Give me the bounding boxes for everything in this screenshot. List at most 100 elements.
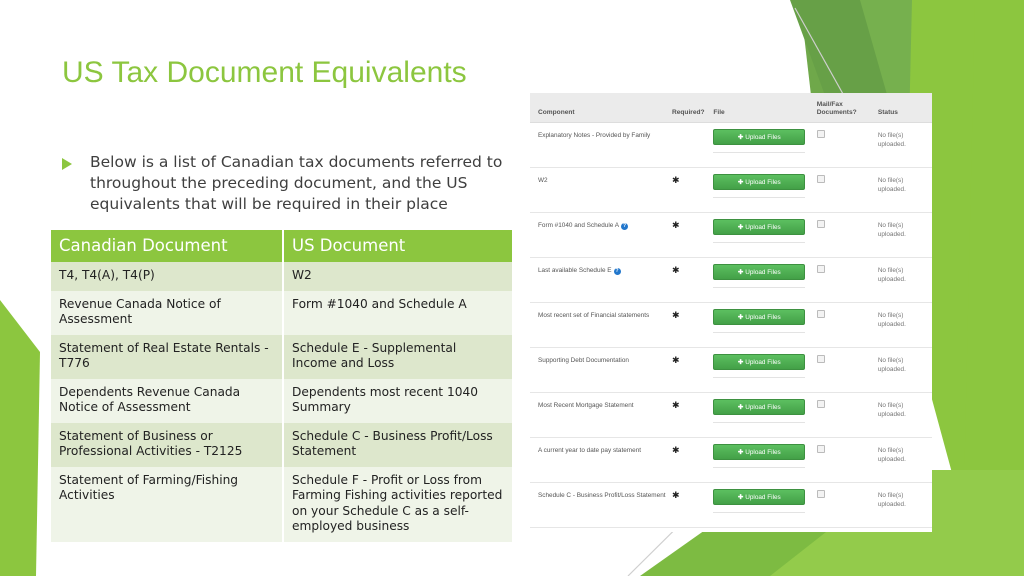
intro-bullet: Below is a list of Canadian tax document… [62,152,514,215]
plus-icon: ✚ [737,404,744,411]
mailfax-checkbox[interactable] [816,310,825,318]
cell-status: No file(s) uploaded. [877,267,906,283]
upload-files-label: Upload Files [745,404,781,411]
slide-canvas: US Tax Document Equivalents Below is a l… [0,0,1024,576]
cell-component-name: Explanatory Notes - Provided by Family [530,129,672,140]
cell-required-marker: ✱ [672,219,713,231]
required-asterisk-icon: ✱ [671,265,680,275]
upload-files-label: Upload Files [745,224,781,231]
upload-table-row: Schedule F - Profit or Loss from Farming… [530,528,932,532]
upload-files-button[interactable]: ✚ Upload Files [713,309,806,325]
upload-files-button[interactable]: ✚ Upload Files [713,489,806,505]
table-header-row: Canadian Document US Document [51,230,512,262]
mailfax-checkbox[interactable] [816,445,825,453]
plus-icon: ✚ [737,179,744,186]
upload-table-row: Last available Schedule E? ✱ ✚ Upload Files… [530,258,932,303]
component-label: Most recent set of Financial statements [538,312,650,319]
upload-files-button[interactable]: ✚ Upload Files [713,129,806,145]
info-icon[interactable]: ? [621,223,629,230]
cell-us-document: Dependents most recent 1040 Summary [283,378,512,423]
mailfax-checkbox[interactable] [816,130,825,138]
column-header-required: Required? [671,109,705,116]
file-input-track [713,197,806,198]
upload-files-button[interactable]: ✚ Upload Files [713,399,806,415]
upload-files-button[interactable]: ✚ Upload Files [713,174,806,190]
cell-component-name: Schedule C - Business Profit/Loss Statem… [530,489,672,500]
deco-shape-top-right-edge [962,0,1024,576]
upload-table-row: Supporting Debt Documentation ✱ ✚ Upload Fi… [530,348,932,393]
cell-required-marker: ✱ [672,354,713,366]
table-row: Statement of Business or Professional Ac… [51,422,512,467]
upload-table-header-row: Component Required? File Mail/Fax Docume… [530,93,932,123]
mailfax-checkbox[interactable] [816,490,825,498]
upload-files-button[interactable]: ✚ Upload Files [713,354,806,370]
upload-panel-screenshot: Component Required? File Mail/Fax Docume… [530,93,932,532]
mailfax-checkbox[interactable] [816,220,825,228]
file-input-track [713,287,806,288]
cell-component-name: Supporting Debt Documentation [530,354,672,365]
cell-canadian-document: Statement of Real Estate Rentals - T776 [51,334,284,379]
component-label: Explanatory Notes - Provided by Family [538,132,651,139]
table-row: T4, T4(A), T4(P) W2 [51,262,512,291]
cell-component-name: Form #1040 and Schedule A? [530,219,672,230]
plus-icon: ✚ [737,494,744,501]
cell-required-marker [672,129,713,131]
cell-canadian-document: Statement of Farming/Fishing Activities [51,466,284,542]
cell-us-document: W2 [283,262,512,291]
column-header-file: File [713,109,725,116]
upload-files-button[interactable]: ✚ Upload Files [713,219,806,235]
plus-icon: ✚ [737,134,744,141]
mailfax-checkbox[interactable] [816,355,825,363]
upload-files-label: Upload Files [745,134,781,141]
file-input-track [713,467,806,468]
column-header-mailfax: Mail/Fax Documents? [817,101,878,122]
intro-bullet-text: Below is a list of Canadian tax document… [90,153,503,213]
upload-files-label: Upload Files [745,494,781,501]
cell-status: No file(s) uploaded. [877,312,906,328]
column-header-mailfax-line1: Mail/Fax [816,101,843,108]
upload-files-button[interactable]: ✚ Upload Files [713,264,806,280]
left-content-column: US Tax Document Equivalents Below is a l… [0,0,520,576]
component-label: W2 [538,177,548,184]
file-input-track [713,422,806,423]
cell-status: No file(s) uploaded. [877,132,906,148]
cell-file-upload: ✚ Upload Files [713,174,816,198]
component-label: Last available Schedule E [538,267,612,274]
cell-canadian-document: Revenue Canada Notice of Assessment [51,290,284,335]
table-row: Revenue Canada Notice of Assessment Form … [51,290,512,335]
cell-mailfax [816,399,878,408]
mailfax-checkbox[interactable] [816,175,825,183]
cell-required-marker: ✱ [672,309,713,321]
cell-file-upload: ✚ Upload Files [713,264,816,288]
equivalents-table: Canadian Document US Document T4, T4(A),… [51,230,512,542]
required-asterisk-icon: ✱ [671,310,680,320]
component-label: A current year to date pay statement [538,447,642,454]
cell-us-document: Schedule C - Business Profit/Loss Statem… [283,422,512,467]
cell-required-marker: ✱ [672,264,713,276]
page-title: US Tax Document Equivalents [62,56,467,89]
table-row: Statement of Real Estate Rentals - T776 S… [51,334,512,379]
plus-icon: ✚ [737,449,744,456]
info-icon[interactable]: ? [613,268,621,275]
cell-mailfax [816,309,878,318]
upload-table-row: W2 ✱ ✚ Upload Files No file(s) uploaded. [530,168,932,213]
triangle-right-icon [62,158,76,170]
cell-status: No file(s) uploaded. [877,402,906,418]
upload-files-button[interactable]: ✚ Upload Files [713,444,806,460]
mailfax-checkbox[interactable] [816,265,825,273]
required-asterisk-icon: ✱ [671,400,680,410]
upload-files-label: Upload Files [745,449,781,456]
required-asterisk-icon: ✱ [671,490,680,500]
cell-file-upload: ✚ Upload Files [713,309,816,333]
mailfax-checkbox[interactable] [816,400,825,408]
cell-component-name: Most recent set of Financial statements [530,309,672,320]
upload-table-row: A current year to date pay statement ✱ ✚ Up… [530,438,932,483]
upload-files-label: Upload Files [745,179,781,186]
cell-required-marker: ✱ [672,174,713,186]
cell-component-name: A current year to date pay statement [530,444,672,455]
cell-status: No file(s) uploaded. [877,447,906,463]
required-asterisk-icon: ✱ [671,355,680,365]
upload-files-label: Upload Files [745,359,781,366]
upload-table-row: Most Recent Mortgage Statement ✱ ✚ Upload F… [530,393,932,438]
upload-files-label: Upload Files [745,314,781,321]
